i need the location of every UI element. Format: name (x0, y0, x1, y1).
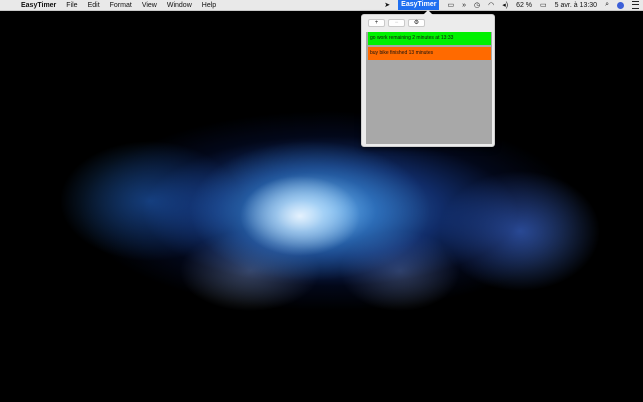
volume-icon[interactable]: ◂) (502, 1, 508, 9)
status-area: ➤ EasyTimer ▭ » ◷ ◠ ◂) 62 % ▭ 5 avr. à 1… (376, 0, 639, 10)
timer-text: buy bike finished 13 minutes (370, 50, 434, 56)
time-machine-icon[interactable]: ◷ (474, 1, 480, 9)
clock[interactable]: 5 avr. à 13:30 (555, 2, 597, 9)
wifi-icon[interactable]: ◠ (488, 1, 494, 9)
timer-list: go work remaining 2 minutes at 13:33 buy… (366, 32, 492, 144)
settings-gear-icon[interactable]: ⚙ (408, 19, 425, 27)
easytimer-status-item[interactable]: EasyTimer (398, 0, 440, 10)
timer-row-go-work[interactable]: go work remaining 2 minutes at 13:33 (368, 32, 491, 45)
menu-help[interactable]: Help (202, 2, 216, 9)
desktop-wallpaper (0, 11, 643, 402)
app-menu[interactable]: EasyTimer (21, 2, 56, 9)
display-icon[interactable]: ▭ (447, 1, 454, 9)
timer-row-buy-bike[interactable]: buy bike finished 13 minutes (368, 47, 491, 60)
battery-percent[interactable]: 62 % (516, 2, 532, 9)
menu-edit[interactable]: Edit (88, 2, 100, 9)
location-icon[interactable]: ➤ (384, 1, 390, 9)
fast-forward-icon[interactable]: » (462, 2, 466, 9)
notification-center-icon[interactable] (632, 1, 639, 9)
menu-view[interactable]: View (142, 2, 157, 9)
menu-window[interactable]: Window (167, 2, 192, 9)
menu-file[interactable]: File (66, 2, 77, 9)
battery-icon[interactable]: ▭ (540, 1, 547, 9)
easytimer-popover: + − ⚙ go work remaining 2 minutes at 13:… (361, 10, 495, 147)
remove-timer-button[interactable]: − (388, 19, 405, 27)
menu-bar: EasyTimer File Edit Format View Window H… (0, 0, 643, 11)
search-icon[interactable]: ⌕ (605, 1, 609, 9)
menu-format[interactable]: Format (110, 2, 132, 9)
siri-icon[interactable] (617, 1, 624, 9)
add-timer-button[interactable]: + (368, 19, 385, 27)
timer-text: go work remaining 2 minutes at 13:33 (370, 35, 454, 41)
